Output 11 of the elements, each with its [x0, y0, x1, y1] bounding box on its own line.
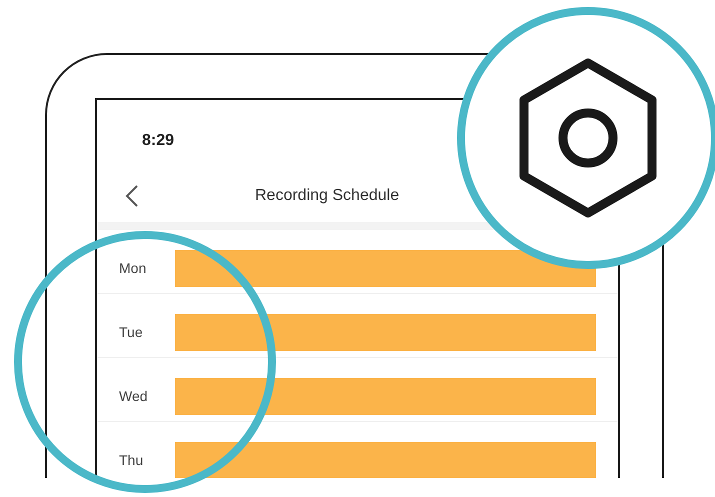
schedule-bar[interactable]: [175, 442, 596, 478]
schedule-bar[interactable]: [175, 378, 596, 415]
day-label: Tue: [119, 323, 144, 342]
status-time: 8:29: [142, 132, 174, 149]
day-label: Mon: [119, 259, 148, 278]
screen-title: Recording Schedule: [255, 187, 400, 205]
schedule-bar[interactable]: [175, 250, 596, 287]
schedule-bar[interactable]: [175, 314, 596, 351]
day-label: Thu: [119, 451, 144, 470]
day-label: Wed: [119, 387, 149, 406]
back-icon[interactable]: [125, 184, 139, 208]
